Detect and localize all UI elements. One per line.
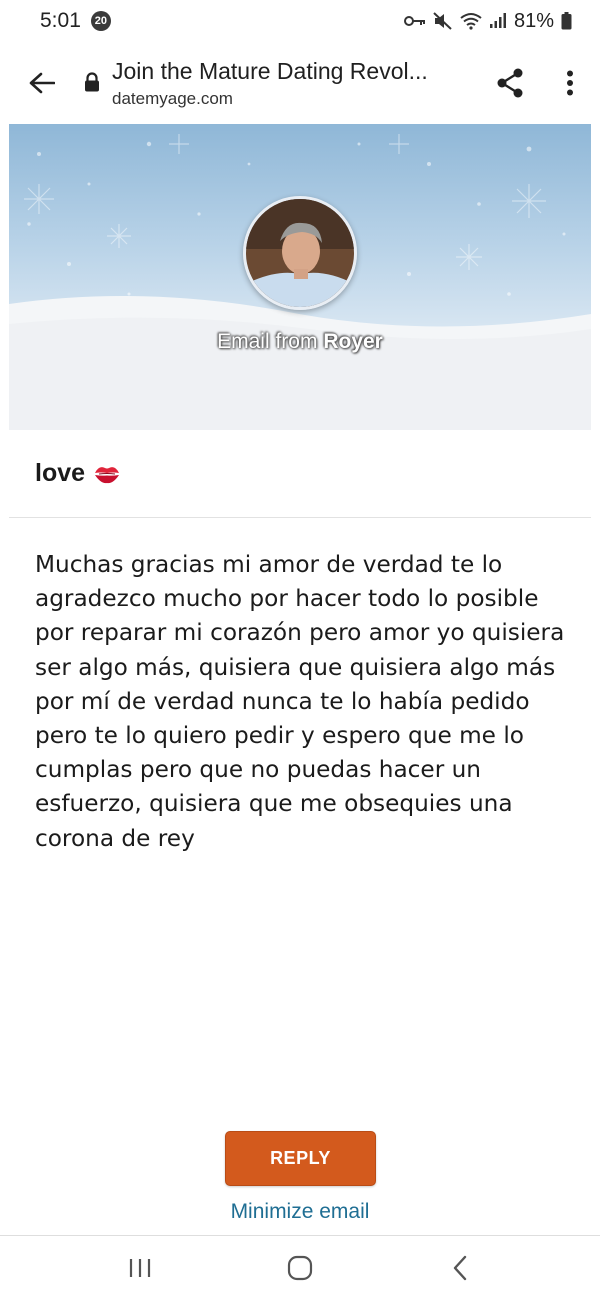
email-header-banner: Email from Royer bbox=[9, 124, 591, 430]
more-vertical-icon bbox=[567, 70, 573, 96]
email-from-label: Email from Royer bbox=[9, 330, 591, 354]
share-button[interactable] bbox=[480, 42, 540, 124]
minimize-email-link[interactable]: Minimize email bbox=[0, 1200, 600, 1224]
notification-count-badge: 20 bbox=[90, 11, 111, 31]
email-from-prefix: Email from bbox=[217, 330, 318, 353]
mute-icon bbox=[433, 12, 453, 30]
url-block[interactable]: Join the Mature Dating Revol... datemyag… bbox=[112, 58, 480, 109]
page-domain: datemyage.com bbox=[112, 88, 233, 108]
chevron-left-icon bbox=[453, 1255, 467, 1281]
battery-percentage: 81% bbox=[513, 9, 554, 32]
status-time: 5:01 bbox=[40, 9, 81, 32]
back-nav-button[interactable] bbox=[420, 1238, 500, 1298]
subject-row: love bbox=[9, 430, 591, 518]
sender-avatar bbox=[243, 196, 357, 310]
key-icon bbox=[403, 14, 426, 28]
recent-apps-button[interactable] bbox=[100, 1238, 180, 1298]
signal-icon bbox=[489, 13, 507, 29]
battery-icon bbox=[561, 12, 572, 30]
system-navigation-bar bbox=[0, 1235, 600, 1300]
status-bar: 5:01 20 81% bbox=[0, 0, 600, 42]
home-icon bbox=[287, 1255, 313, 1281]
overflow-menu-button[interactable] bbox=[540, 42, 600, 124]
wifi-icon bbox=[460, 12, 482, 30]
page-title: Join the Mature Dating Revol... bbox=[112, 57, 428, 84]
sender-name: Royer bbox=[323, 330, 383, 353]
reply-button[interactable]: REPLY bbox=[225, 1131, 376, 1186]
arrow-left-icon bbox=[29, 72, 55, 94]
share-icon bbox=[497, 68, 523, 98]
lock-icon bbox=[84, 72, 112, 92]
kiss-mark-icon bbox=[93, 463, 121, 485]
status-icons: 81% bbox=[403, 9, 572, 33]
recent-apps-icon bbox=[129, 1259, 151, 1277]
email-body: Muchas gracias mi amor de verdad te lo a… bbox=[35, 551, 565, 852]
email-subject: love bbox=[35, 459, 86, 487]
back-button[interactable] bbox=[0, 42, 84, 124]
browser-toolbar: Join the Mature Dating Revol... datemyag… bbox=[0, 42, 600, 124]
home-button[interactable] bbox=[260, 1238, 340, 1298]
